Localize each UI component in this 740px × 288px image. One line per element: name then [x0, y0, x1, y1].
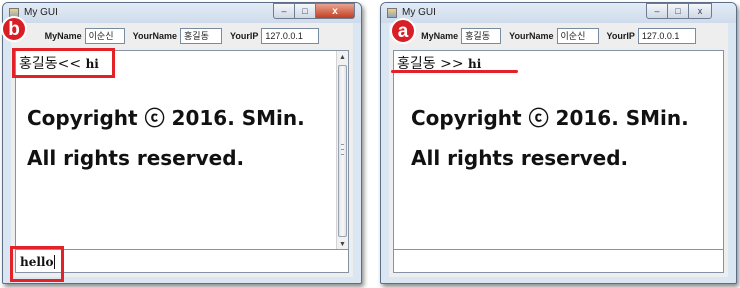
minimize-button[interactable]: –	[646, 3, 668, 19]
chat-window-b: My GUI – □ x MyName 이순신 YourName 홍길동 You…	[1, 2, 362, 284]
annotation-box-chat	[12, 48, 115, 78]
window-title: My GUI	[24, 7, 58, 18]
annotation-box-input	[10, 246, 64, 282]
copyright-watermark: Copyright ⓒ 2016. SMin. All rights reser…	[381, 98, 736, 178]
yourip-label: YourIP	[606, 31, 635, 41]
yourname-label: YourName	[509, 31, 554, 41]
annotation-badge-b: b	[1, 16, 27, 42]
myname-label: MyName	[421, 31, 459, 41]
yourname-field[interactable]: 이순신	[556, 28, 599, 44]
window-title: My GUI	[402, 7, 436, 18]
close-button[interactable]: x	[315, 3, 355, 19]
watermark-line-1: Copyright ⓒ 2016. SMin.	[411, 106, 689, 130]
message-input[interactable]: hello	[15, 249, 349, 273]
yourip-field[interactable]: 127.0.0.1	[637, 28, 696, 44]
title-bar[interactable]: My GUI – □ x	[3, 3, 361, 23]
yourname-field[interactable]: 홍길동	[180, 28, 223, 44]
annotation-underline	[391, 70, 518, 73]
myname-label: MyName	[44, 31, 82, 41]
myname-field[interactable]: 홍길동	[461, 28, 502, 44]
minimize-button[interactable]: –	[273, 3, 295, 19]
watermark-line-1: Copyright ⓒ 2016. SMin.	[27, 106, 305, 130]
yourname-label: YourName	[132, 31, 178, 41]
yourip-label: YourIP	[230, 31, 259, 41]
maximize-button[interactable]: □	[667, 3, 689, 19]
watermark-line-2: All rights reserved.	[27, 146, 245, 170]
title-bar[interactable]: My GUI – □ x	[381, 3, 736, 23]
watermark-line-2: All rights reserved.	[411, 146, 629, 170]
copyright-watermark: Copyright ⓒ 2016. SMin. All rights reser…	[3, 98, 361, 178]
message-input[interactable]	[393, 249, 724, 273]
connection-row: MyName 이순신 YourName 홍길동 YourIP 127.0.0.1	[11, 26, 353, 46]
yourip-field[interactable]: 127.0.0.1	[261, 28, 320, 44]
scroll-up-icon[interactable]: ▲	[338, 53, 347, 62]
chat-window-a: My GUI – □ x MyName 홍길동 YourName 이순신 You…	[380, 2, 737, 284]
chat-text: hi	[468, 57, 482, 71]
java-app-icon	[387, 8, 397, 18]
connection-row: MyName 홍길동 YourName 이순신 YourIP 127.0.0.1	[389, 26, 728, 46]
scroll-down-icon[interactable]: ▼	[338, 240, 347, 249]
annotation-badge-a: a	[390, 18, 416, 44]
close-button[interactable]: x	[688, 3, 712, 19]
myname-field[interactable]: 이순신	[84, 28, 125, 44]
maximize-button[interactable]: □	[294, 3, 316, 19]
